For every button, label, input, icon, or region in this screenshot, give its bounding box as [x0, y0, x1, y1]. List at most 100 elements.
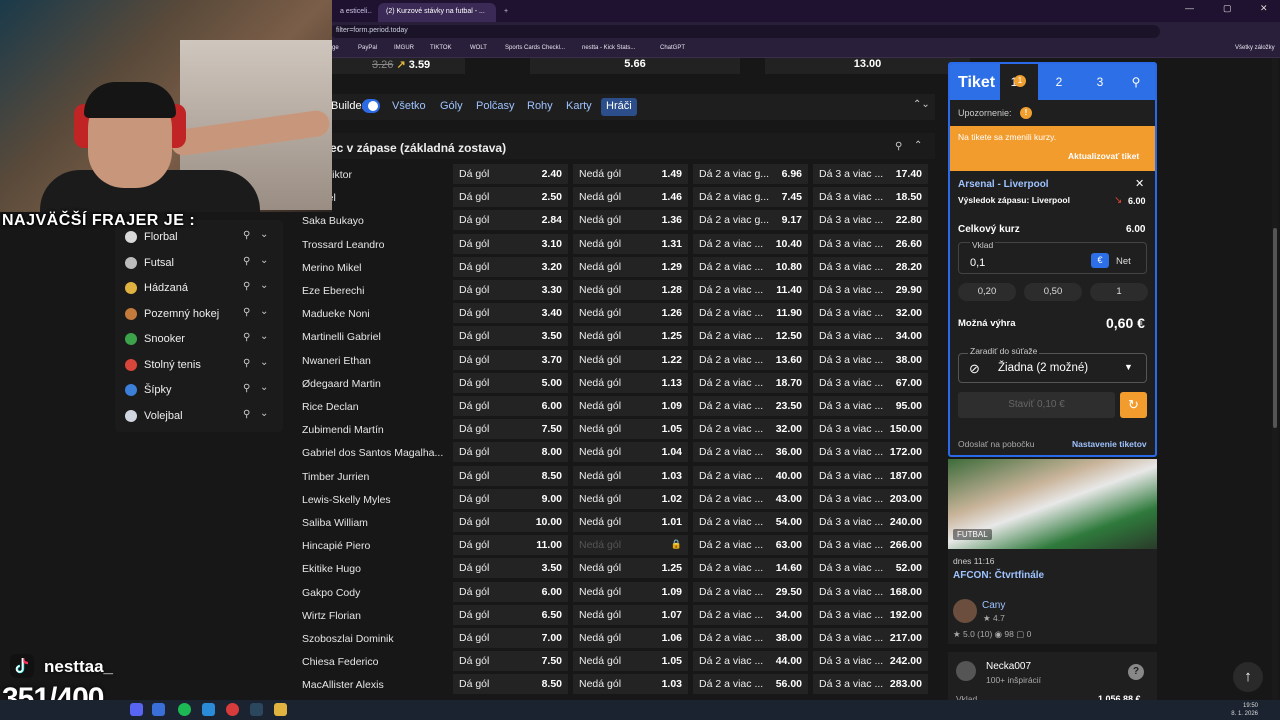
odds-cell[interactable]: 13.00 [765, 58, 970, 74]
bookmark[interactable]: nestta - Kick Stats... [582, 45, 635, 51]
browser-tab-active[interactable]: (2) Kurzové stávky na futbal - ... [378, 3, 496, 22]
odds-button[interactable]: Dá 2 a viac ... 36.00 [693, 442, 808, 462]
odds-button[interactable]: Dá 3 a viac ... 203.00 [813, 489, 928, 509]
bookmark[interactable]: Všetky záložky [1235, 45, 1275, 51]
odds-button[interactable]: Dá gól 8.00 [453, 442, 568, 462]
odds-button[interactable]: Dá 3 a viac ... 38.00 [813, 350, 928, 370]
net-toggle[interactable]: Net [1116, 256, 1131, 267]
new-tab-button[interactable]: + [496, 3, 512, 22]
odds-button[interactable]: Nedá gól 1.13 [573, 373, 688, 393]
pin-icon[interactable]: ⚲ [895, 141, 902, 152]
chevron-down-icon[interactable]: ⌄ [260, 408, 268, 419]
pin-icon[interactable]: ⚲ [243, 409, 250, 420]
odds-button[interactable]: Dá gól 3.70 [453, 350, 568, 370]
match-name[interactable]: Arsenal - Liverpool [958, 179, 1049, 190]
bookmark[interactable]: WOLT [470, 45, 487, 51]
filter-chip[interactable]: Karty [561, 98, 597, 116]
odds-button[interactable]: Dá 2 a viac ... 63.00 [693, 535, 808, 555]
odds-button[interactable]: Nedá gól 1.09 [573, 396, 688, 416]
odds-button[interactable]: Dá 2 a viac ... 34.00 [693, 605, 808, 625]
odds-button[interactable]: Dá gól 7.50 [453, 419, 568, 439]
odds-button[interactable]: Dá 2 a viac ... 23.50 [693, 396, 808, 416]
app-icon[interactable] [202, 703, 215, 716]
bookmark[interactable]: ChatGPT [660, 45, 685, 51]
odds-button[interactable]: Nedá gól 1.29 [573, 257, 688, 277]
pin-icon[interactable]: ⚲ [243, 358, 250, 369]
odds-button[interactable]: Dá gól 6.00 [453, 582, 568, 602]
odds-button[interactable]: Dá gól 9.00 [453, 489, 568, 509]
odds-button[interactable]: Dá 2 a viac g... 9.17 [693, 210, 808, 230]
odds-button[interactable]: Dá gól 3.50 [453, 558, 568, 578]
odds-button[interactable]: Dá gól 6.50 [453, 605, 568, 625]
odds-button[interactable]: Dá gól 3.10 [453, 234, 568, 254]
odds-button[interactable]: Nedá gól 1.03 [573, 674, 688, 694]
sidebar-item-sport[interactable]: Šípky ⚲ ⌄ [125, 380, 280, 402]
odds-button[interactable]: Dá 3 a viac ... 283.00 [813, 674, 928, 694]
odds-button[interactable]: Nedá gól 1.25 [573, 326, 688, 346]
odds-button[interactable]: Dá gól 3.50 [453, 326, 568, 346]
sidebar-item-sport[interactable]: Snooker ⚲ ⌄ [125, 329, 280, 351]
chevron-down-icon[interactable]: ⌄ [260, 306, 268, 317]
pin-icon[interactable]: ⚲ [243, 256, 250, 267]
odds-button[interactable]: Nedá gól 1.25 [573, 558, 688, 578]
send-to-branch-link[interactable]: Odoslať na pobočku [958, 439, 1034, 449]
odds-button[interactable]: Dá 3 a viac ... 32.00 [813, 303, 928, 323]
app-icon[interactable] [226, 703, 239, 716]
odds-button[interactable]: Dá 2 a viac ... 10.40 [693, 234, 808, 254]
odds-button[interactable]: Dá 3 a viac ... 26.60 [813, 234, 928, 254]
odds-button[interactable]: Dá 3 a viac ... 22.80 [813, 210, 928, 230]
odds-button[interactable]: Dá 2 a viac ... 29.50 [693, 582, 808, 602]
promo-title[interactable]: AFCON: Čtvrtfinále [953, 570, 1044, 581]
odds-button[interactable]: Nedá gól 1.22 [573, 350, 688, 370]
odds-button[interactable]: Nedá gól 1.05 [573, 419, 688, 439]
odds-button[interactable]: Nedá gól 1.36 [573, 210, 688, 230]
chevron-up-icon[interactable]: ⌃ [914, 140, 922, 151]
pin-icon[interactable]: ⚲ [243, 281, 250, 292]
odds-button[interactable]: Dá 2 a viac ... 54.00 [693, 512, 808, 532]
odds-button[interactable]: Nedá gól 1.05 [573, 651, 688, 671]
filter-chip-active[interactable]: Hráči [601, 98, 637, 116]
odds-button[interactable]: Nedá gól 1.02 [573, 489, 688, 509]
scroll-to-top-button[interactable]: ↑ [1233, 662, 1263, 692]
odds-button[interactable]: Dá 3 a viac ... 34.00 [813, 326, 928, 346]
chevron-down-icon[interactable]: ⌄ [260, 280, 268, 291]
odds-button[interactable]: Nedá gól 1.31 [573, 234, 688, 254]
stake-value[interactable]: 0,1 [970, 257, 985, 269]
sidebar-item-sport[interactable]: Pozemný hokej ⚲ ⌄ [125, 304, 280, 326]
odds-cell[interactable]: 5.66 [530, 58, 740, 74]
odds-button[interactable]: Dá 2 a viac ... 44.00 [693, 651, 808, 671]
odds-button[interactable]: Dá 2 a viac ... 11.90 [693, 303, 808, 323]
chevron-down-icon[interactable]: ⌄ [260, 357, 268, 368]
maximize-icon[interactable]: ▢ [1223, 3, 1232, 14]
pin-icon[interactable]: ⚲ [243, 332, 250, 343]
odds-button[interactable]: Dá 2 a viac ... 56.00 [693, 674, 808, 694]
ticket-tab-3[interactable]: 3 [1081, 64, 1119, 100]
odds-button[interactable]: Nedá gól 1.26 [573, 303, 688, 323]
pin-icon[interactable]: ⚲ [1117, 64, 1155, 100]
sidebar-item-sport[interactable]: Florbal ⚲ ⌄ [125, 227, 280, 249]
pin-icon[interactable]: ⚲ [243, 383, 250, 394]
quick-stake-button[interactable]: 0,20 [958, 283, 1016, 301]
odds-button[interactable]: Dá 2 a viac ... 43.00 [693, 489, 808, 509]
file-explorer-icon[interactable] [274, 703, 287, 716]
odds-button[interactable]: Dá gól 11.00 [453, 535, 568, 555]
odds-button[interactable]: Dá gól 3.20 [453, 257, 568, 277]
odds-button[interactable]: Dá 3 a viac ... 17.40 [813, 164, 928, 184]
odds-button[interactable]: Dá 3 a viac ... 95.00 [813, 396, 928, 416]
bookmark[interactable]: Sports Cards Checkl... [505, 45, 565, 51]
odds-button[interactable]: Dá 2 a viac g... 7.45 [693, 187, 808, 207]
ticket-settings-link[interactable]: Nastavenie tiketov [1072, 439, 1147, 449]
odds-button[interactable]: Nedá gól 1.04 [573, 442, 688, 462]
odds-button[interactable]: Dá 2 a viac g... 6.96 [693, 164, 808, 184]
sidebar-item-sport[interactable]: Stolný tenis ⚲ ⌄ [125, 355, 280, 377]
spotify-icon[interactable] [178, 703, 191, 716]
quick-stake-button[interactable]: 1 [1090, 283, 1148, 301]
odds-button[interactable]: Nedá gól 1.06 [573, 628, 688, 648]
remove-selection-icon[interactable]: ✕ [1135, 177, 1144, 190]
odds-button[interactable]: Dá gól 2.84 [453, 210, 568, 230]
odds-button[interactable]: Dá gól 5.00 [453, 373, 568, 393]
refresh-icon[interactable]: ↻ [1120, 392, 1147, 418]
filter-chip[interactable]: Polčasy [471, 98, 520, 116]
odds-button[interactable]: Dá 3 a viac ... 192.00 [813, 605, 928, 625]
odds-button[interactable]: Nedá gól 1.01 [573, 512, 688, 532]
